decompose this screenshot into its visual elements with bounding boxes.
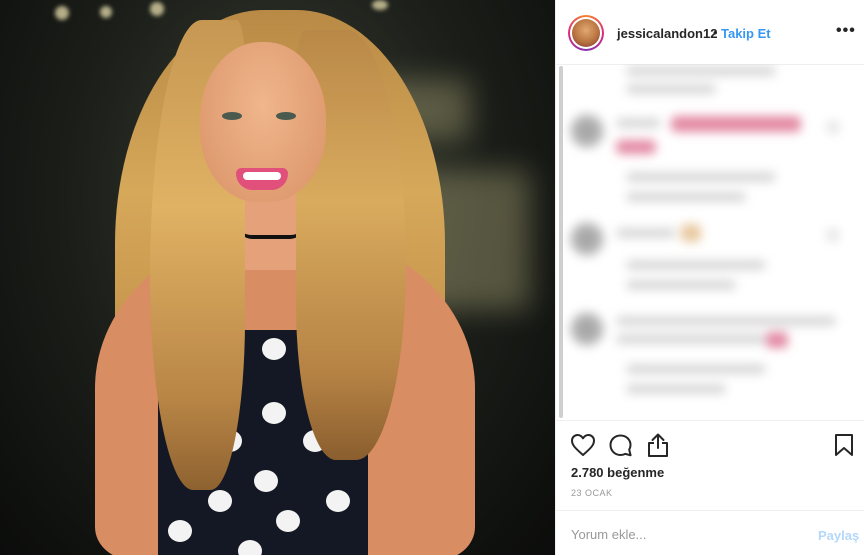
more-options-icon[interactable]: ••• — [836, 22, 856, 40]
left-eye — [222, 112, 242, 120]
dress-dot — [276, 510, 300, 532]
blurred-emoji — [681, 224, 701, 242]
avatar-frame — [570, 17, 602, 49]
avatar[interactable] — [572, 19, 600, 47]
header-separator: • — [713, 25, 718, 40]
right-eye — [276, 112, 296, 120]
blurred-text — [616, 228, 676, 238]
blurred-text — [626, 384, 726, 394]
dress-dot — [208, 490, 232, 512]
blurred-text — [616, 316, 836, 326]
dress-dot — [238, 540, 262, 555]
blurred-text — [616, 118, 661, 128]
speech-bubble-icon[interactable] — [608, 433, 633, 458]
list-item — [566, 364, 856, 420]
post-comment-button[interactable]: Paylaş — [818, 528, 859, 543]
bookmark-icon[interactable] — [834, 433, 854, 457]
avatar — [570, 312, 604, 346]
ceiling-light — [100, 6, 112, 18]
blurred-text — [616, 334, 766, 344]
dress-dot — [326, 490, 350, 512]
ceiling-light — [55, 6, 69, 20]
story-ring[interactable] — [568, 15, 604, 51]
post-header: jessicalandon12 • Takip Et ••• — [556, 0, 864, 65]
instagram-post-view: jessicalandon12 • Takip Et ••• 2.780 beğ… — [0, 0, 864, 555]
heart-outline-icon — [826, 228, 840, 242]
blurred-text — [626, 172, 776, 182]
dress-dot — [262, 402, 286, 424]
avatar — [570, 222, 604, 256]
heart-outline-icon — [826, 120, 840, 134]
choker-necklace — [238, 225, 304, 239]
ceiling-light — [150, 2, 164, 16]
dress-dot — [254, 470, 278, 492]
blurred-emoji — [766, 332, 788, 348]
share-arrow-icon[interactable] — [646, 432, 670, 458]
follow-button[interactable]: Takip Et — [721, 26, 771, 41]
post-sidebar: jessicalandon12 • Takip Et ••• 2.780 beğ… — [555, 0, 864, 555]
dress-dot — [262, 338, 286, 360]
dress-dot — [168, 520, 192, 542]
comment-input[interactable] — [571, 523, 791, 545]
add-comment-section: Paylaş — [556, 510, 864, 556]
username-link[interactable]: jessicalandon12 — [617, 26, 717, 41]
blurred-text — [626, 280, 736, 290]
teeth — [243, 172, 281, 180]
ceiling-light — [372, 0, 388, 10]
post-date[interactable]: 23 OCAK — [571, 488, 613, 498]
avatar — [570, 114, 604, 148]
blurred-text — [626, 364, 766, 374]
comments-list[interactable] — [556, 64, 864, 420]
post-actions: 2.780 beğenme 23 OCAK — [556, 420, 864, 511]
blurred-text — [671, 116, 801, 132]
heart-outline-icon[interactable] — [570, 433, 596, 457]
blurred-text — [626, 84, 716, 94]
post-photo[interactable] — [0, 0, 555, 555]
likes-count[interactable]: 2.780 beğenme — [571, 465, 664, 480]
blurred-text — [626, 192, 746, 202]
blurred-text — [616, 140, 656, 154]
blurred-text — [626, 66, 776, 76]
blurred-text — [626, 260, 766, 270]
